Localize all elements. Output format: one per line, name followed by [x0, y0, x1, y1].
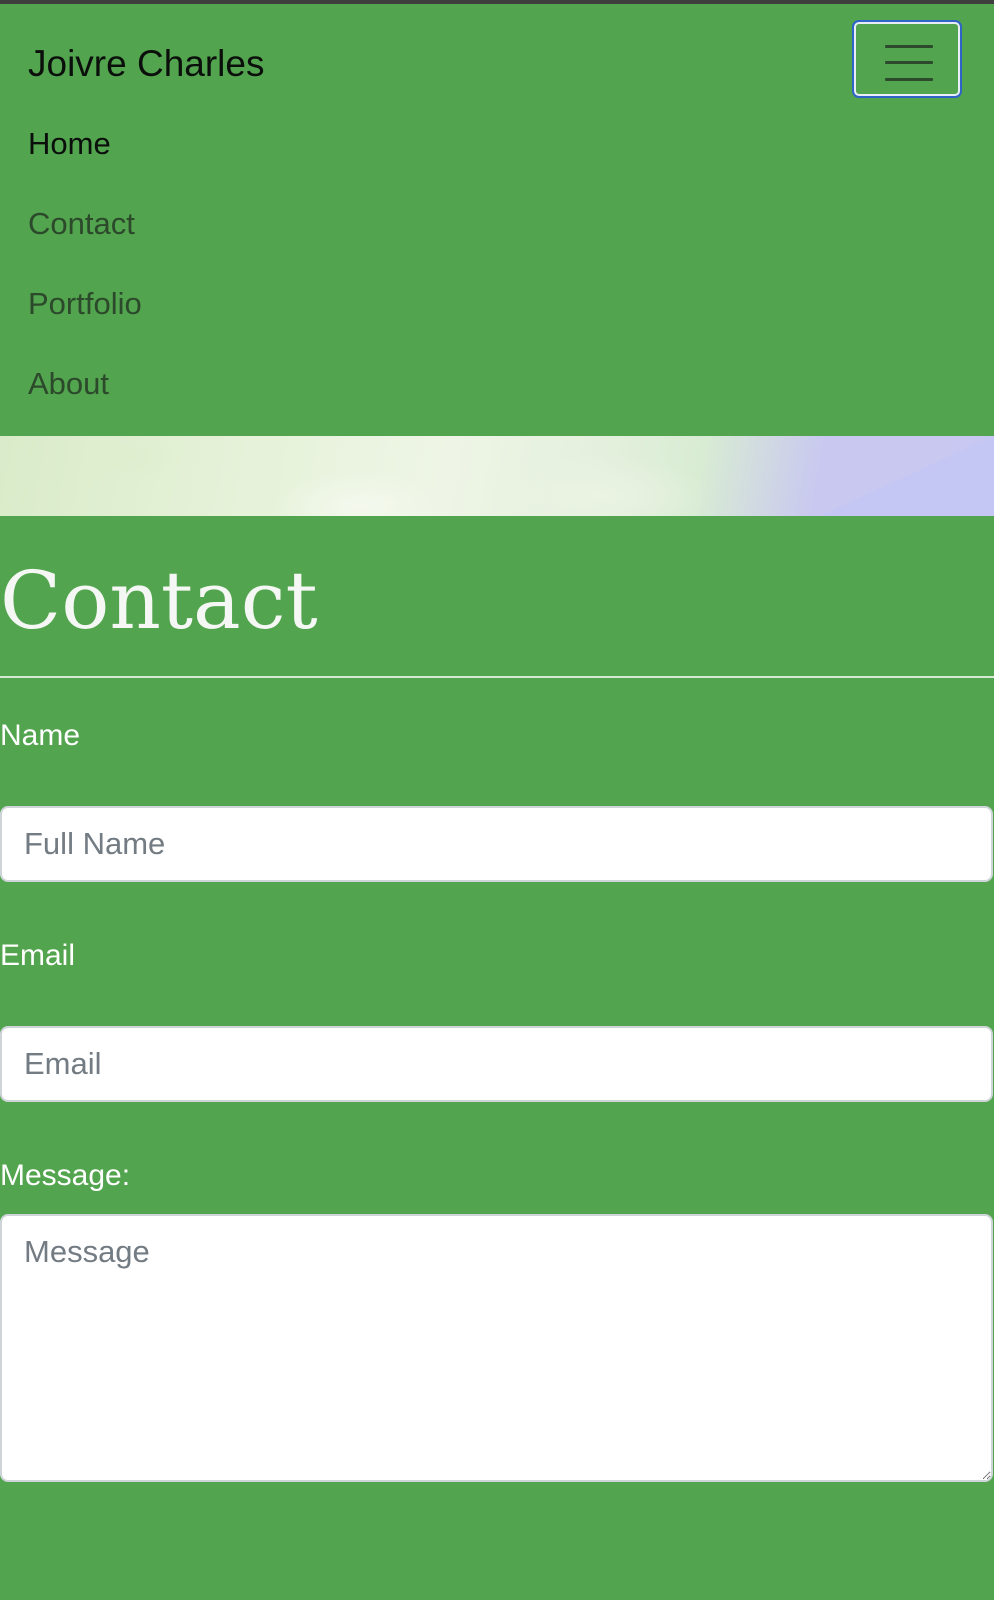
name-input[interactable]: [0, 806, 993, 882]
nav-link-about[interactable]: About: [28, 366, 109, 401]
email-input[interactable]: [0, 1026, 993, 1102]
hamburger-menu-icon: [885, 45, 933, 81]
hero-banner-image: [0, 436, 994, 516]
email-label: Email: [0, 939, 76, 972]
nav-link-home[interactable]: Home: [28, 126, 111, 161]
nav-item-about: About: [28, 344, 142, 424]
navbar-toggle-button[interactable]: [852, 20, 962, 98]
message-label: Message:: [0, 1159, 131, 1192]
nav-item-contact: Contact: [28, 184, 142, 264]
message-textarea[interactable]: [0, 1214, 993, 1482]
nav-link-portfolio[interactable]: Portfolio: [28, 286, 142, 321]
nav-menu: Home Contact Portfolio About: [28, 104, 142, 424]
nav-link-contact[interactable]: Contact: [28, 206, 135, 241]
navbar: Joivre Charles Home Contact Portfolio Ab…: [0, 4, 994, 436]
brand-link[interactable]: Joivre Charles: [28, 42, 264, 86]
nav-item-portfolio: Portfolio: [28, 264, 142, 344]
page-title: Contact: [0, 554, 318, 647]
name-label: Name: [0, 719, 81, 752]
title-divider: [0, 676, 994, 678]
nav-item-home: Home: [28, 104, 142, 184]
